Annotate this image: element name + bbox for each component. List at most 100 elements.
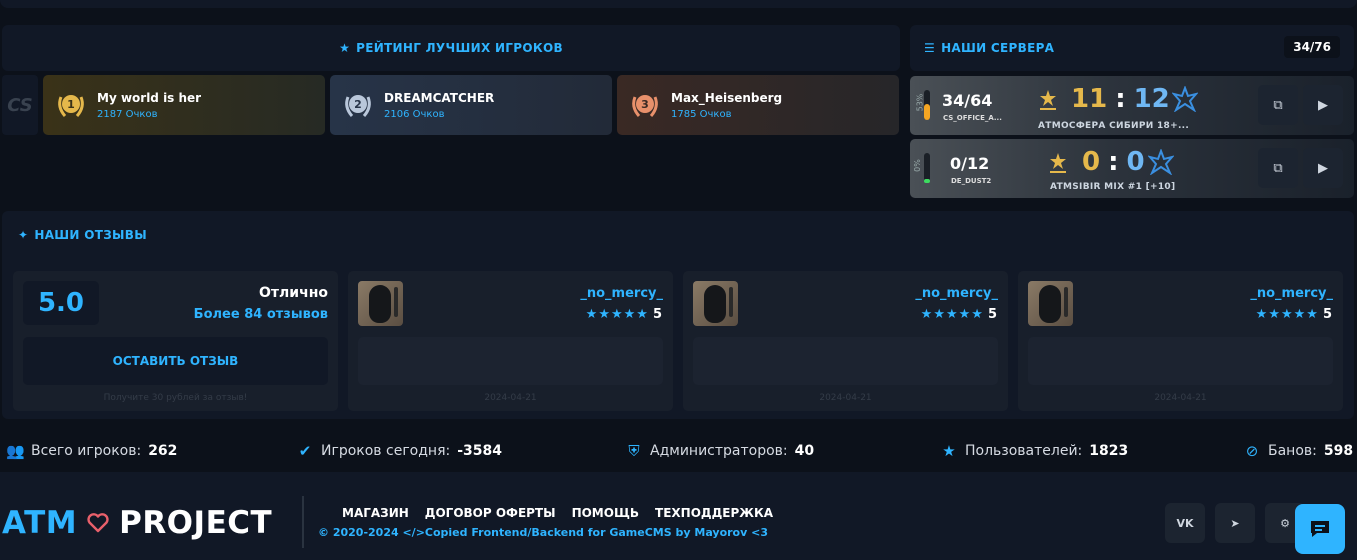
svg-text:1: 1 bbox=[67, 98, 75, 111]
stats-bar: 👥 Всего игроков: 262 ✔ Игроков сегодня: … bbox=[0, 430, 1357, 472]
footer-link-offer[interactable]: ДОГОВОР ОФЕРТЫ bbox=[425, 506, 556, 520]
laurel-medal-icon: 1 bbox=[58, 95, 84, 117]
stat-label: Всего игроков: bbox=[31, 443, 142, 459]
counter-terrorist-icon bbox=[1172, 86, 1198, 112]
star-icon: ★ bbox=[942, 442, 956, 460]
top-player-3[interactable]: 3 Max_Heisenberg 1785 Очков bbox=[617, 75, 899, 135]
stat-label: Игроков сегодня: bbox=[321, 443, 451, 459]
server-name: АТМОСФЕРА СИБИРИ 18+... bbox=[1038, 121, 1190, 131]
stat-players-today: ✔ Игроков сегодня: -3584 bbox=[296, 442, 502, 460]
server-map: CS_OFFICE_A... bbox=[943, 114, 1002, 122]
review-card: _no_mercy_ ★★★★★ 5 2024-04-21 bbox=[1018, 271, 1343, 411]
ban-icon: ⊘ bbox=[1245, 442, 1259, 460]
server-card-1[interactable]: 53% 34/64 CS_OFFICE_A... 11 : 12 АТМОСФЕ… bbox=[910, 76, 1354, 135]
counter-terrorist-icon bbox=[1148, 149, 1174, 175]
review-score: 5 bbox=[1322, 307, 1333, 322]
reviews-header: ✦ НАШИ ОТЗЫВЫ bbox=[2, 211, 1354, 259]
stat-value: -3584 bbox=[457, 443, 502, 459]
server-load-bar bbox=[924, 153, 930, 183]
laurel-medal-icon: 3 bbox=[632, 95, 658, 117]
top-player-2[interactable]: 2 DREAMCATCHER 2106 Очков bbox=[330, 75, 612, 135]
servers-online-count: 34/76 bbox=[1284, 36, 1340, 58]
server-score: 0 : 0 bbox=[1082, 147, 1145, 177]
avatar[interactable] bbox=[1028, 281, 1073, 326]
stat-value: 598 bbox=[1323, 443, 1354, 459]
vk-icon[interactable]: VK bbox=[1165, 503, 1205, 543]
chat-icon bbox=[1311, 521, 1329, 537]
svg-text:2: 2 bbox=[354, 98, 362, 111]
reviewer-name[interactable]: _no_mercy_ bbox=[580, 286, 663, 301]
top-bar bbox=[0, 0, 1357, 8]
copy-ip-button[interactable]: ⧉ bbox=[1258, 148, 1298, 188]
review-card: _no_mercy_ ★★★★★ 5 2024-04-21 bbox=[348, 271, 673, 411]
stat-value: 1823 bbox=[1089, 443, 1129, 459]
score-t: 0 bbox=[1082, 147, 1101, 177]
reviewer-name[interactable]: _no_mercy_ bbox=[1250, 286, 1333, 301]
reviews-count-prefix: Более bbox=[193, 307, 240, 322]
stat-total-players: 👥 Всего игроков: 262 bbox=[6, 442, 177, 460]
footer: ATM PROJECT МАГАЗИН ДОГОВОР ОФЕРТЫ ПОМОЩ… bbox=[0, 472, 1357, 560]
player-name: DREAMCATCHER bbox=[384, 90, 495, 105]
review-score: 5 bbox=[987, 307, 998, 322]
player-name: Max_Heisenberg bbox=[671, 90, 783, 105]
chat-button[interactable] bbox=[1295, 504, 1345, 554]
footer-link-support[interactable]: ТЕХПОДДЕРЖКА bbox=[655, 506, 773, 520]
server-card-2[interactable]: 0% 0/12 DE_DUST2 0 : 0 ATMSIBIR MIX #1 [… bbox=[910, 139, 1354, 198]
server-name: ATMSIBIR MIX #1 [+10] bbox=[1050, 182, 1176, 192]
server-load-percent: 0% bbox=[912, 159, 922, 172]
heart-icon bbox=[87, 513, 109, 533]
top-player-1[interactable]: 1 My world is her 2187 Очков bbox=[43, 75, 325, 135]
leave-review-button[interactable]: ОСТАВИТЬ ОТЗЫВ bbox=[23, 337, 328, 385]
stat-label: Администраторов: bbox=[650, 443, 788, 459]
shield-icon: ⛨ bbox=[628, 442, 640, 460]
csgo-logo: CS bbox=[2, 75, 38, 135]
stat-users: ★ Пользователей: 1823 bbox=[940, 442, 1128, 460]
server-load-fill bbox=[924, 179, 930, 183]
logo-right: PROJECT bbox=[119, 505, 273, 541]
logo-left: ATM bbox=[2, 505, 78, 541]
reviews-count-number: 84 bbox=[244, 307, 263, 322]
reviews-count: Более 84 отзывов bbox=[194, 307, 328, 322]
review-text bbox=[1028, 337, 1333, 385]
review-date: 2024-04-21 bbox=[1154, 393, 1207, 403]
review-summary: 5.0 Отлично Более 84 отзывов ОСТАВИТЬ ОТ… bbox=[13, 271, 338, 411]
copy-ip-button[interactable]: ⧉ bbox=[1258, 85, 1298, 125]
footer-divider bbox=[302, 496, 304, 548]
footer-link-shop[interactable]: МАГАЗИН bbox=[342, 506, 409, 520]
stat-bans: ⊘ Банов: 598 bbox=[1243, 442, 1353, 460]
score-ct: 0 bbox=[1126, 147, 1145, 177]
review-card: _no_mercy_ ★★★★★ 5 2024-04-21 bbox=[683, 271, 1008, 411]
server-online: 34/64 bbox=[942, 91, 993, 110]
footer-link-help[interactable]: ПОМОЩЬ bbox=[572, 506, 639, 520]
player-name: My world is her bbox=[97, 90, 202, 105]
server-map: DE_DUST2 bbox=[951, 177, 992, 185]
review-stars: ★★★★★ 5 bbox=[1256, 307, 1333, 322]
stat-label: Пользователей: bbox=[965, 443, 1083, 459]
stat-admins: ⛨ Администраторов: 40 bbox=[625, 442, 814, 460]
server-load-bar bbox=[924, 90, 930, 120]
average-rating: 5.0 bbox=[23, 281, 99, 325]
review-score: 5 bbox=[652, 307, 663, 322]
star-icon: ★ bbox=[339, 41, 351, 55]
telegram-icon[interactable]: ➤ bbox=[1215, 503, 1255, 543]
terrorist-icon bbox=[1050, 153, 1066, 173]
avatar[interactable] bbox=[358, 281, 403, 326]
server-load-fill bbox=[924, 104, 930, 120]
ranking-header: ★ РЕЙТИНГ ЛУЧШИХ ИГРОКОВ bbox=[2, 25, 900, 71]
score-t: 11 bbox=[1071, 84, 1108, 114]
site-logo[interactable]: ATM PROJECT bbox=[2, 505, 272, 541]
avatar[interactable] bbox=[693, 281, 738, 326]
server-online: 0/12 bbox=[950, 154, 990, 173]
terrorist-icon bbox=[1040, 90, 1056, 110]
laurel-medal-icon: 2 bbox=[345, 95, 371, 117]
connect-button[interactable]: ▶ bbox=[1303, 85, 1343, 125]
svg-text:3: 3 bbox=[641, 98, 649, 111]
stat-value: 40 bbox=[794, 443, 815, 459]
servers-header: ☰ НАШИ СЕРВЕРА 34/76 bbox=[910, 25, 1354, 71]
connect-button[interactable]: ▶ bbox=[1303, 148, 1343, 188]
review-date: 2024-04-21 bbox=[484, 393, 537, 403]
reviewer-name[interactable]: _no_mercy_ bbox=[915, 286, 998, 301]
score-ct: 12 bbox=[1133, 84, 1170, 114]
score-separator: : bbox=[1115, 84, 1126, 114]
servers-title: НАШИ СЕРВЕРА bbox=[941, 41, 1055, 55]
